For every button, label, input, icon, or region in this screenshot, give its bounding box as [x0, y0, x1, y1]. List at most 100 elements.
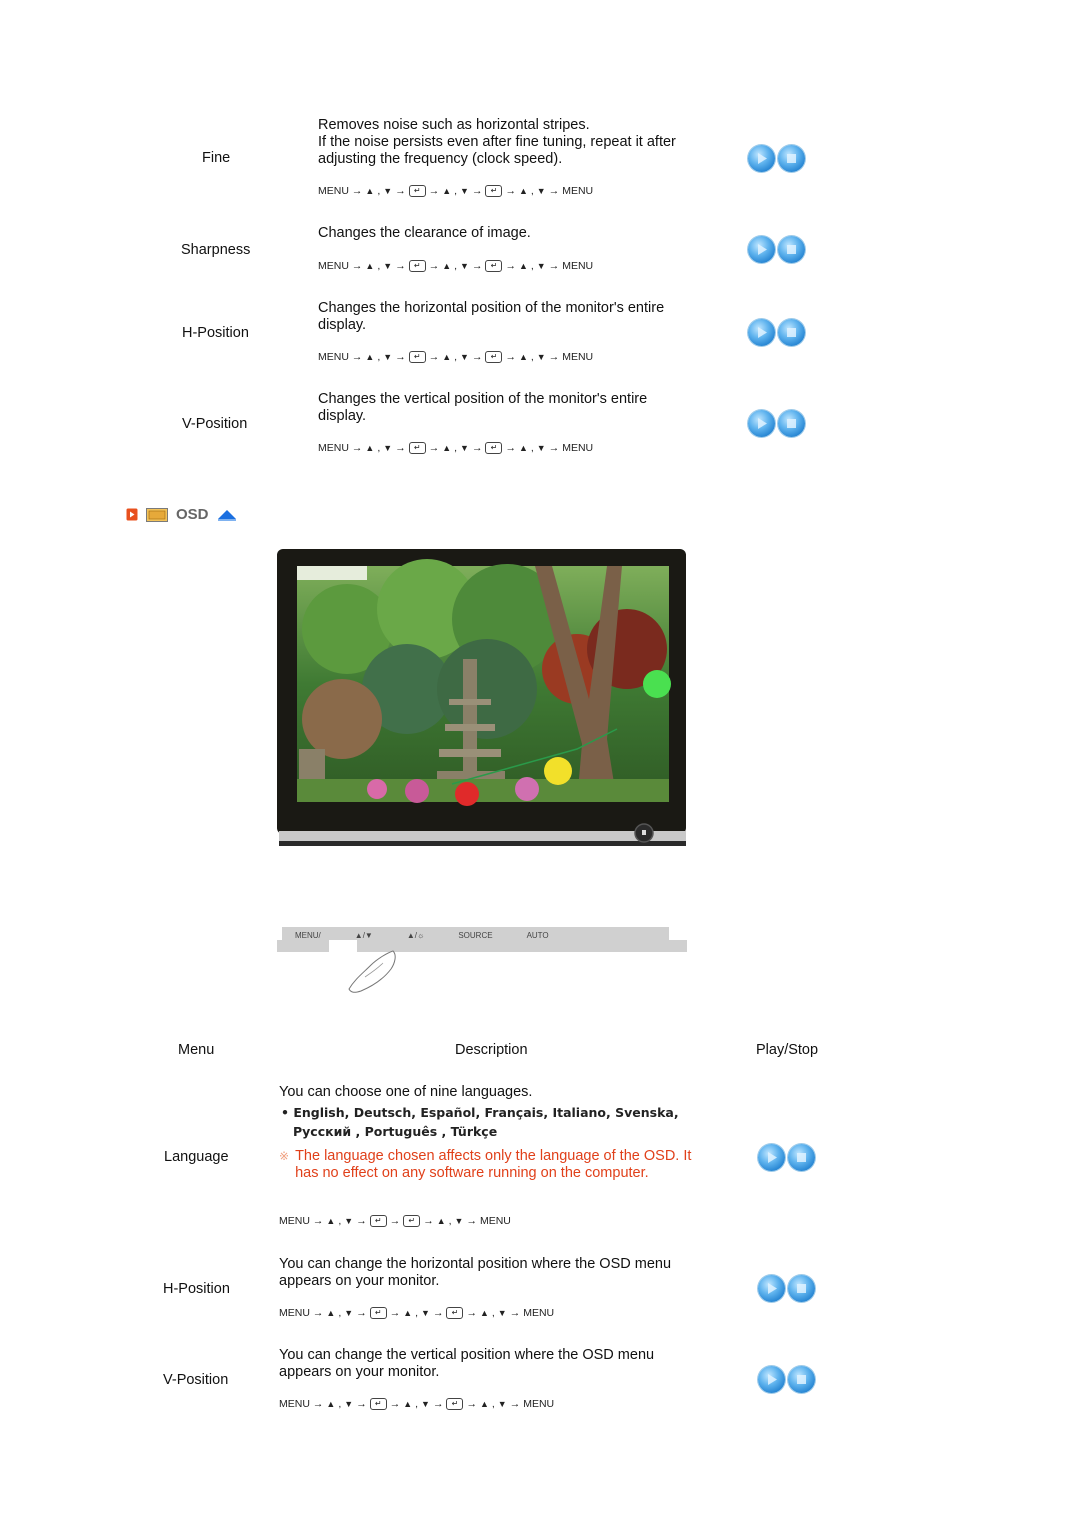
sequence-token: MENU	[279, 1398, 310, 1410]
back-to-top-icon[interactable]	[217, 509, 237, 521]
up-arrow-icon: ▲	[365, 261, 375, 271]
play-button[interactable]	[748, 410, 775, 437]
down-arrow-icon: ▼	[383, 443, 393, 453]
right-arrow-icon: →	[395, 260, 406, 272]
key-sequence: MENU → ▲, ▼ → ↵ → ▲, ▼ → ↵ → ▲, ▼ → MENU	[318, 185, 593, 197]
control-label: AUTO	[526, 931, 549, 940]
play-button[interactable]	[748, 236, 775, 263]
right-arrow-icon: →	[351, 260, 363, 272]
note-line: has no effect on any software running on…	[295, 1165, 649, 1181]
sequence-token: ,	[530, 351, 534, 363]
description-h-position: Changes the horizontal position of the m…	[318, 300, 664, 334]
up-arrow-icon: ▲	[365, 443, 375, 453]
control-label: MENU/	[295, 931, 321, 940]
enter-key-icon: ↵	[446, 1398, 464, 1410]
sequence-token: MENU	[523, 1307, 555, 1319]
key-sequence: MENU → ▲, ▼ → ↵ → ▲, ▼ → ↵ → ▲, ▼ → MENU	[318, 351, 593, 363]
description-line: adjusting the frequency (clock speed).	[318, 151, 563, 167]
right-arrow-icon: →	[428, 185, 440, 197]
sequence-token: ,	[377, 442, 381, 454]
note-line: The language chosen affects only the lan…	[295, 1148, 692, 1164]
stop-button[interactable]	[778, 236, 805, 263]
sequence-token: ,	[338, 1215, 342, 1227]
description-line: You can change the horizontal position w…	[279, 1256, 672, 1272]
control-strip-labels: MENU/ ▲/▼ ▲/☼ SOURCE AUTO	[295, 931, 549, 940]
sequence-token: ,	[415, 1398, 419, 1410]
right-arrow-icon: →	[548, 442, 560, 454]
menu-label-osd-v-position: V-Position	[163, 1372, 229, 1388]
up-arrow-icon: ▲	[326, 1216, 336, 1226]
sequence-token: ,	[338, 1307, 342, 1319]
description-line: display.	[318, 408, 367, 424]
right-arrow-icon: →	[389, 1398, 401, 1410]
up-arrow-icon: ▲	[326, 1308, 336, 1318]
right-arrow-icon: →	[351, 185, 363, 197]
play-button[interactable]	[748, 145, 775, 172]
enter-key-icon: ↵	[408, 442, 426, 454]
sequence-token: ,	[530, 260, 534, 272]
right-arrow-icon: →	[471, 442, 483, 454]
hand-pointer-icon	[348, 950, 396, 993]
sequence-token: MENU	[279, 1215, 310, 1227]
play-stop-controls	[748, 319, 805, 346]
right-arrow-icon: →	[509, 1307, 521, 1319]
up-arrow-icon: ▲	[518, 443, 528, 453]
play-button[interactable]	[758, 1144, 785, 1171]
right-arrow-icon: →	[471, 185, 483, 197]
right-arrow-icon: →	[351, 442, 363, 454]
sequence-token: ,	[377, 260, 381, 272]
down-arrow-icon: ▼	[383, 261, 393, 271]
description-line: display.	[318, 317, 367, 333]
up-arrow-icon: ▲	[365, 352, 375, 362]
description-language: You can choose one of nine languages.	[279, 1084, 532, 1101]
right-arrow-icon: →	[548, 260, 560, 272]
up-arrow-icon: ▲	[326, 1399, 336, 1409]
down-arrow-icon: ▼	[460, 261, 469, 271]
right-arrow-icon: →	[395, 442, 406, 454]
up-arrow-icon: ▲	[518, 261, 528, 271]
sequence-token: MENU	[318, 260, 349, 272]
enter-key-icon: ↵	[446, 1307, 464, 1319]
up-arrow-icon: ▲	[403, 1308, 413, 1318]
play-button[interactable]	[758, 1275, 785, 1302]
description-line: Changes the vertical position of the mon…	[318, 391, 648, 407]
sequence-token: ,	[530, 185, 534, 197]
right-arrow-icon: →	[389, 1307, 401, 1319]
language-list: • English, Deutsch, Español, Français, I…	[281, 1103, 679, 1141]
play-stop-controls	[758, 1275, 815, 1302]
right-arrow-icon: →	[428, 442, 440, 454]
right-arrow-icon: →	[509, 1398, 521, 1410]
play-button[interactable]	[758, 1366, 785, 1393]
right-arrow-icon: →	[548, 351, 560, 363]
sequence-token: ,	[491, 1307, 495, 1319]
stop-button[interactable]	[788, 1275, 815, 1302]
column-header-description: Description	[455, 1042, 528, 1058]
down-arrow-icon: ▼	[454, 1216, 464, 1226]
column-header-play-stop: Play/Stop	[756, 1042, 819, 1058]
stop-button[interactable]	[788, 1144, 815, 1171]
key-sequence: MENU → ▲, ▼ → ↵ → ▲, ▼ → ↵ → ▲, ▼ → MENU	[279, 1307, 554, 1319]
down-arrow-icon: ▼	[497, 1308, 507, 1318]
sequence-token: ,	[377, 185, 381, 197]
stop-button[interactable]	[778, 145, 805, 172]
stop-button[interactable]	[778, 319, 805, 346]
right-arrow-icon: →	[432, 1398, 444, 1410]
down-arrow-icon: ▼	[460, 443, 469, 453]
up-arrow-icon: ▲	[442, 443, 452, 453]
enter-key-icon: ↵	[485, 442, 503, 454]
sequence-token: MENU	[479, 1215, 511, 1227]
key-sequence: MENU → ▲, ▼ → ↵ → ▲, ▼ → ↵ → ▲, ▼ → MENU	[279, 1398, 554, 1410]
control-label: ▲/▼	[354, 931, 373, 940]
stop-button[interactable]	[778, 410, 805, 437]
stop-button[interactable]	[788, 1366, 815, 1393]
play-button[interactable]	[748, 319, 775, 346]
play-stop-controls	[758, 1366, 815, 1393]
sequence-token: ,	[454, 260, 458, 272]
key-sequence: MENU → ▲, ▼ → ↵ → ▲, ▼ → ↵ → ▲, ▼ → MENU	[318, 260, 593, 272]
up-arrow-icon: ▲	[436, 1216, 446, 1226]
down-arrow-icon: ▼	[344, 1399, 354, 1409]
up-arrow-icon: ▲	[442, 186, 452, 196]
up-arrow-icon: ▲	[442, 261, 452, 271]
right-arrow-icon: →	[312, 1215, 324, 1227]
menu-label-osd-h-position: H-Position	[163, 1281, 230, 1297]
